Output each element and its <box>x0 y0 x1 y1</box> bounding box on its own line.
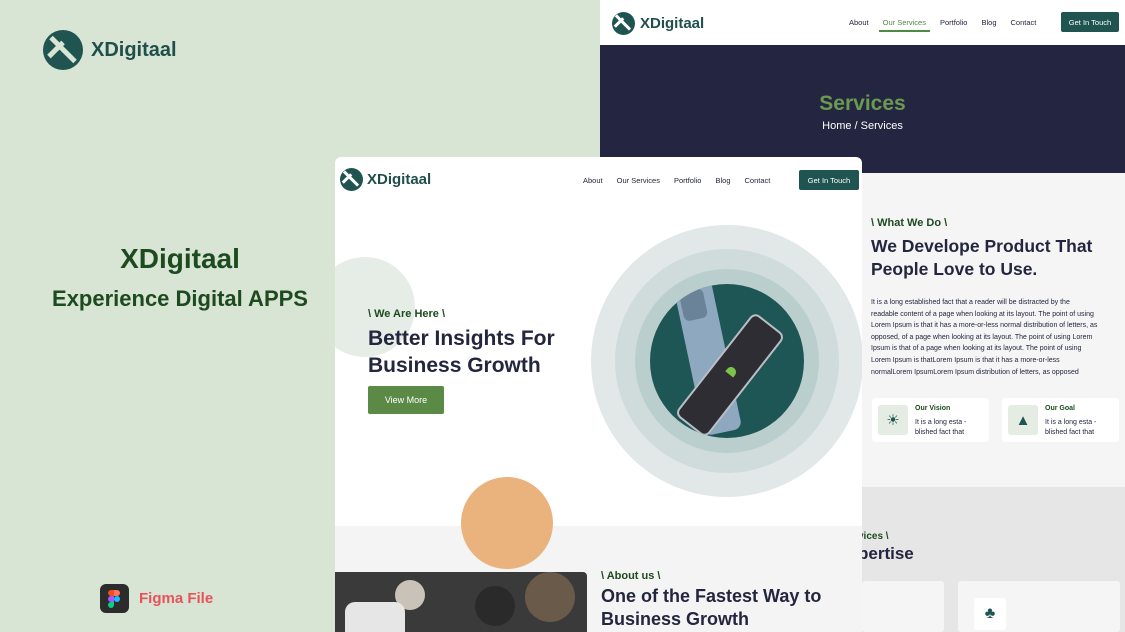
nav-about[interactable]: About <box>849 18 869 27</box>
home-navbar: XDigitaal About Our Services Portfolio B… <box>335 157 862 202</box>
goal-card: ▲ Our Goal It is a long esta -blished fa… <box>1002 398 1119 442</box>
brand-name: XDigitaal <box>91 38 177 61</box>
what-title: We Develope Product That People Love to … <box>871 236 1093 279</box>
hero-title: Better Insights For Business Growth <box>368 327 555 377</box>
about-eyebrow: \ About us \ <box>601 570 661 582</box>
services-banner: Services Home / Services <box>600 45 1125 173</box>
about-title: One of the Fastest Way to Business Growt… <box>601 586 822 629</box>
nav-blog[interactable]: Blog <box>981 18 996 27</box>
expertise-eyebrow: vices \ <box>858 531 889 542</box>
nav-logo-text: XDigitaal <box>640 15 705 32</box>
android-icon <box>725 365 739 378</box>
nav-logo-text: XDigitaal <box>367 171 432 188</box>
figma-file-label: Figma File <box>139 590 214 607</box>
hero-phone-image <box>650 284 804 438</box>
nav-our-services[interactable]: Our Services <box>878 18 931 32</box>
banner-title: Services <box>819 92 906 115</box>
nav-our-services[interactable]: Our Services <box>617 176 660 185</box>
expertise-title: pertise <box>858 544 914 563</box>
service-tile[interactable] <box>862 581 944 632</box>
hero-eyebrow: \ We Are Here \ <box>368 308 446 320</box>
figma-icon <box>100 584 129 613</box>
tree-icon: ♣ <box>974 598 1006 630</box>
nav-contact[interactable]: Contact <box>745 176 771 185</box>
card-text: It is a long esta -blished fact that <box>915 419 967 436</box>
what-we-do-section: \ What We Do \ We Develope Product That … <box>871 217 1121 378</box>
home-page-screen: XDigitaal About Our Services Portfolio B… <box>335 157 862 632</box>
services-navbar: XDigitaal About Our Services Portfolio B… <box>600 0 1125 45</box>
nav-portfolio[interactable]: Portfolio <box>674 176 702 185</box>
nav-about[interactable]: About <box>583 176 603 185</box>
lightbulb-icon: ☀ <box>878 405 908 435</box>
presentation-title: XDigitaal <box>120 243 240 274</box>
card-title: Our Vision <box>915 405 951 412</box>
nav-logo[interactable]: XDigitaal <box>340 168 431 191</box>
nav-blog[interactable]: Blog <box>715 176 730 185</box>
nav-logo[interactable]: XDigitaal <box>612 12 704 35</box>
decorative-peach-circle <box>461 477 553 569</box>
xdigitaal-logo-icon <box>340 168 363 191</box>
what-body: It is a long established fact that a rea… <box>871 299 1098 376</box>
card-title: Our Goal <box>1045 405 1075 412</box>
presentation-subtitle: Experience Digital APPS <box>52 286 308 311</box>
get-in-touch-button[interactable]: Get In Touch <box>799 170 859 190</box>
vision-card: ☀ Our Vision It is a long esta -blished … <box>872 398 989 442</box>
figma-file-link[interactable]: Figma File <box>100 584 213 613</box>
brand-logo: XDigitaal <box>43 30 177 70</box>
nav-portfolio[interactable]: Portfolio <box>940 18 968 27</box>
xdigitaal-logo-icon <box>612 12 635 35</box>
breadcrumb: Home / Services <box>822 120 903 132</box>
get-in-touch-button[interactable]: Get In Touch <box>1061 12 1119 32</box>
view-more-button[interactable]: View More <box>368 386 444 414</box>
podium-icon: ▲ <box>1008 405 1038 435</box>
team-photo <box>335 572 587 632</box>
nav-contact[interactable]: Contact <box>1011 18 1037 27</box>
what-eyebrow: \ What We Do \ <box>871 217 948 229</box>
card-text: It is a long esta -blished fact that <box>1045 419 1097 436</box>
xdigitaal-logo-icon <box>43 30 83 70</box>
